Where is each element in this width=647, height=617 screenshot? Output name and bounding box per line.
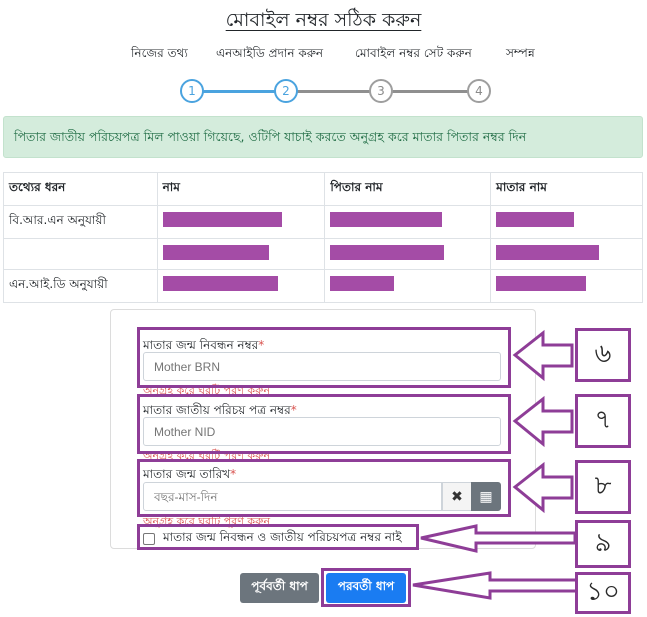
- annotation-7: ৭: [575, 394, 631, 448]
- annotation-arrows: [412, 329, 579, 600]
- arrow-6-icon: [512, 329, 574, 382]
- arrow-9-icon: [420, 524, 577, 553]
- arrow-8-icon: [512, 461, 574, 514]
- annotation-8: ৮: [575, 460, 631, 514]
- annotation-6: ৬: [575, 328, 631, 382]
- arrow-10-icon: [412, 571, 579, 600]
- arrow-7-icon: [512, 395, 574, 448]
- annotation-9: ৯: [575, 520, 631, 568]
- annotation-10: ১০: [575, 572, 631, 614]
